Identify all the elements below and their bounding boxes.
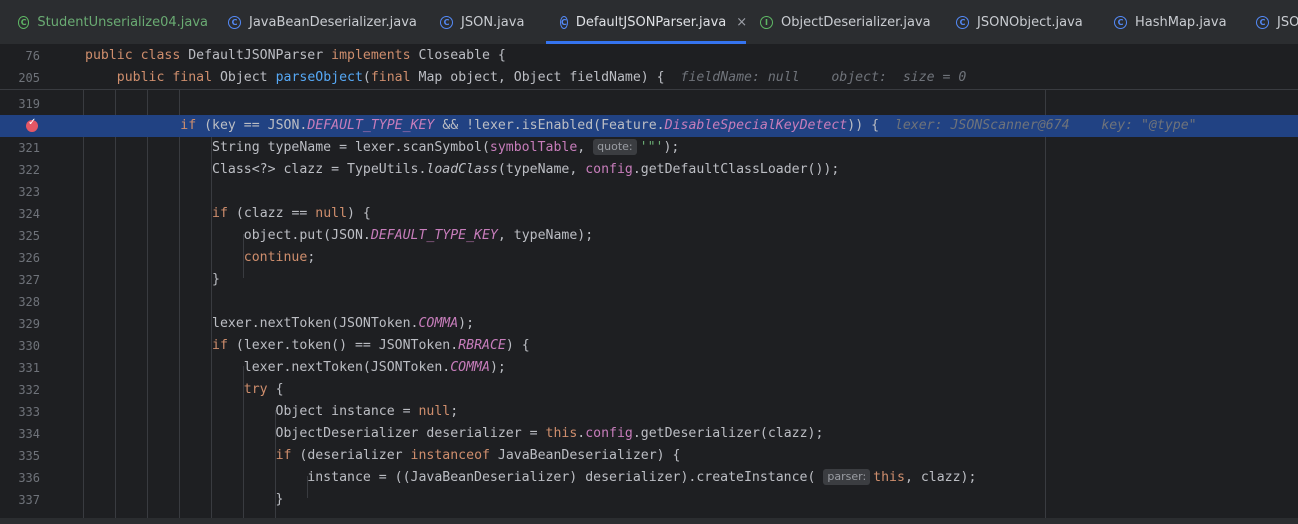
debug-inline-value: fieldName: null object: size = 0 — [680, 70, 967, 85]
parameter-hint: parser: — [823, 469, 871, 485]
line-number: 335 — [18, 449, 40, 463]
tab-label: JSONObject.java — [977, 14, 1083, 30]
class-icon: C — [228, 15, 241, 29]
code-line-334[interactable]: 334 ObjectDeserializer deserializer = th… — [0, 423, 1298, 445]
tab-json-overflow[interactable]: C JSO — [1238, 0, 1298, 44]
tab-defaultjsonparser[interactable]: C DefaultJSONParser.java × — [546, 0, 747, 44]
code-line-331[interactable]: 331 lexer.nextToken(JSONToken.COMMA); — [0, 357, 1298, 379]
code-line: public class DefaultJSONParser implement… — [85, 48, 506, 63]
horizontal-scrollbar[interactable] — [0, 518, 1298, 524]
tab-label: JavaBeanDeserializer.java — [249, 14, 417, 30]
tab-label: StudentUnserialize04.java — [37, 14, 208, 30]
class-icon: C — [18, 15, 30, 29]
code-line-336[interactable]: 336 instance = ((JavaBeanDeserializer) d… — [0, 467, 1298, 489]
debug-inline-value: lexer: JSONScanner@674 key: "@type" — [894, 118, 1197, 133]
code-line-324[interactable]: 324 if (clazz == null) { — [0, 203, 1298, 225]
code-line-326[interactable]: 326 continue; — [0, 247, 1298, 269]
sticky-line: 76 public class DefaultJSONParser implem… — [0, 45, 1298, 67]
class-icon: C — [560, 15, 568, 29]
tab-label: HashMap.java — [1135, 14, 1227, 30]
code-line: } — [85, 272, 220, 287]
code-line: if (deserializer instanceof JavaBeanDese… — [275, 448, 681, 463]
code-line: object.put(JSON.DEFAULT_TYPE_KEY, typeNa… — [85, 228, 594, 243]
line-number: 323 — [18, 185, 40, 199]
line-number: 330 — [18, 339, 40, 353]
interface-icon: I — [760, 15, 773, 29]
code-line-323[interactable]: 323 — [0, 181, 1298, 203]
breakpoint-icon[interactable] — [26, 117, 38, 132]
code-line-332[interactable]: 332 try { — [0, 379, 1298, 401]
line-number: 337 — [18, 493, 40, 507]
code-line: try { — [243, 382, 284, 397]
code-line: Object instance = null; — [85, 404, 459, 419]
code-line: Class<?> clazz = TypeUtils.loadClass(typ… — [85, 162, 840, 177]
code-line-328[interactable]: 328 — [0, 291, 1298, 313]
code-line: lexer.nextToken(JSONToken.COMMA); — [85, 316, 475, 331]
sticky-divider — [0, 89, 1298, 90]
tab-label: JSON.java — [461, 14, 525, 30]
code-line: if (clazz == null) { — [212, 206, 371, 221]
code-line-320-current[interactable]: if (key == JSON.DEFAULT_TYPE_KEY && !lex… — [0, 115, 1298, 137]
line-number: 324 — [18, 207, 40, 221]
tab-label: ObjectDeserializer.java — [781, 14, 931, 30]
tab-jsonobject[interactable]: C JSONObject.java — [938, 0, 1098, 44]
tab-json[interactable]: C JSON.java — [422, 0, 544, 44]
class-icon: C — [1114, 15, 1127, 29]
class-icon: C — [956, 15, 969, 29]
code-line-333[interactable]: 333 Object instance = null; — [0, 401, 1298, 423]
code-line-330[interactable]: 330 if (lexer.token() == JSONToken.RBRAC… — [0, 335, 1298, 357]
tab-hashmap[interactable]: C HashMap.java — [1096, 0, 1240, 44]
code-line-325[interactable]: 325 object.put(JSON.DEFAULT_TYPE_KEY, ty… — [0, 225, 1298, 247]
editor-tab-bar: C StudentUnserialize04.java C JavaBeanDe… — [0, 0, 1298, 45]
tab-objectdeserializer[interactable]: I ObjectDeserializer.java — [742, 0, 938, 44]
line-number: 325 — [18, 229, 40, 243]
line-number: 331 — [18, 361, 40, 375]
line-number: 322 — [18, 163, 40, 177]
line-number: 321 — [18, 141, 40, 155]
code-line: String typeName = lexer.scanSymbol(symbo… — [85, 139, 680, 155]
code-line: if (key == JSON.DEFAULT_TYPE_KEY && !lex… — [180, 118, 1197, 133]
line-number: 334 — [18, 427, 40, 441]
line-number: 333 — [18, 405, 40, 419]
parameter-hint: quote: — [593, 139, 637, 155]
line-number: 205 — [18, 71, 40, 85]
line-number: 328 — [18, 295, 40, 309]
line-number: 327 — [18, 273, 40, 287]
code-line-337[interactable]: 337 } — [0, 489, 1298, 511]
code-line-335[interactable]: 335 if (deserializer instanceof JavaBean… — [0, 445, 1298, 467]
code-line-327[interactable]: 327 } — [0, 269, 1298, 291]
tab-label: JSO — [1277, 14, 1298, 30]
code-line-321[interactable]: 321 String typeName = lexer.scanSymbol(s… — [0, 137, 1298, 159]
tab-label: DefaultJSONParser.java — [575, 14, 727, 30]
code-line: instance = ((JavaBeanDeserializer) deser… — [85, 469, 977, 485]
code-line: public final Object parseObject(final Ma… — [116, 70, 967, 85]
code-line: if (lexer.token() == JSONToken.RBRACE) { — [212, 338, 530, 353]
code-line: ObjectDeserializer deserializer = this.c… — [85, 426, 824, 441]
line-number: 336 — [18, 471, 40, 485]
class-icon: C — [440, 15, 453, 29]
line-number: 326 — [18, 251, 40, 265]
line-number: 76 — [25, 49, 40, 63]
tab-javabeandeserializer[interactable]: C JavaBeanDeserializer.java — [210, 0, 420, 44]
code-line-319[interactable]: 319 — [0, 93, 1298, 115]
code-line-329[interactable]: 329 lexer.nextToken(JSONToken.COMMA); — [0, 313, 1298, 335]
sticky-line: 205 public final Object parseObject(fina… — [0, 67, 1298, 89]
code-line: } — [85, 492, 284, 507]
class-icon: C — [1256, 15, 1269, 29]
code-line-322[interactable]: 322 Class<?> clazz = TypeUtils.loadClass… — [0, 159, 1298, 181]
code-editor[interactable]: 76 public class DefaultJSONParser implem… — [0, 45, 1298, 524]
line-number: 319 — [18, 97, 40, 111]
code-line: lexer.nextToken(JSONToken.COMMA); — [85, 360, 506, 375]
line-number: 329 — [18, 317, 40, 331]
code-line: continue; — [243, 250, 316, 265]
tab-studentunserialize04[interactable]: C StudentUnserialize04.java — [0, 0, 208, 44]
line-number: 332 — [18, 383, 40, 397]
